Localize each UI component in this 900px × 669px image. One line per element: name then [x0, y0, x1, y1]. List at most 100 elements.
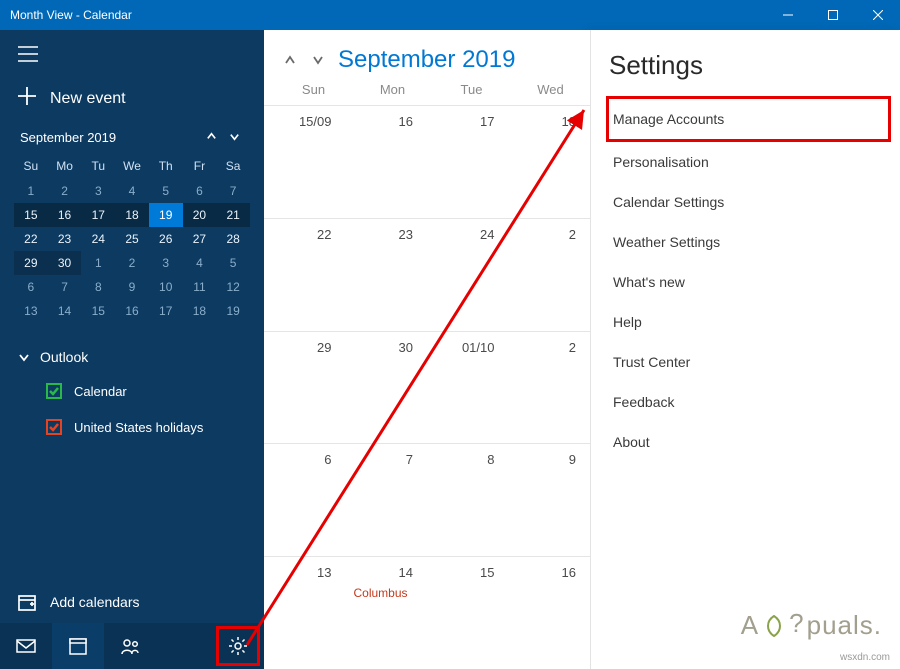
minimize-button[interactable] [765, 0, 810, 30]
mini-cal-day[interactable]: 27 [183, 227, 217, 251]
calendar-cell[interactable]: 14 Columbus [346, 557, 428, 669]
settings-item[interactable]: What's new [609, 262, 888, 302]
mini-cal-day[interactable]: 17 [149, 299, 183, 323]
mini-cal-day[interactable]: 2 [115, 251, 149, 275]
calendar-cell[interactable]: 9 [509, 444, 591, 556]
mini-cal-day[interactable]: 7 [48, 275, 82, 299]
calendar-cell[interactable]: 8 [427, 444, 509, 556]
prev-month[interactable] [282, 53, 296, 72]
close-button[interactable] [855, 0, 900, 30]
add-calendars-button[interactable]: Add calendars [0, 581, 264, 623]
calendar-cell[interactable]: 01/10 [427, 332, 509, 444]
mini-cal-day[interactable]: 26 [149, 227, 183, 251]
mini-cal-day[interactable]: 16 [115, 299, 149, 323]
calendar-day-number: 14 [346, 565, 420, 580]
mini-cal-day[interactable]: 11 [183, 275, 217, 299]
mail-button[interactable] [0, 623, 52, 669]
calendar-cell[interactable]: 2 [509, 219, 591, 331]
mini-cal-day[interactable]: 15 [81, 299, 115, 323]
calendar-dow: Sun [274, 80, 353, 105]
calendar-cell[interactable]: 29 [264, 332, 346, 444]
mini-cal-day[interactable]: 3 [149, 251, 183, 275]
mini-cal-day[interactable]: 2 [48, 179, 82, 203]
mini-cal-day[interactable]: 14 [48, 299, 82, 323]
settings-item[interactable]: Manage Accounts [606, 96, 891, 142]
mini-cal-day[interactable]: 19 [216, 299, 250, 323]
calendar-day-number: 2 [509, 340, 583, 355]
calendar-cell[interactable]: 6 [264, 444, 346, 556]
calendar-button[interactable] [52, 623, 104, 669]
calendar-cell[interactable]: 24 [427, 219, 509, 331]
settings-item[interactable]: Weather Settings [609, 222, 888, 262]
mini-cal-day[interactable]: 17 [81, 203, 115, 227]
calendar-cell[interactable]: 13 [264, 557, 346, 669]
mini-cal-day[interactable]: 23 [48, 227, 82, 251]
mini-cal-day[interactable]: 25 [115, 227, 149, 251]
settings-item[interactable]: Help [609, 302, 888, 342]
calendar-cell[interactable]: 2 [509, 332, 591, 444]
maximize-button[interactable] [810, 0, 855, 30]
people-button[interactable] [104, 623, 156, 669]
mini-cal-day[interactable]: 13 [14, 299, 48, 323]
settings-item[interactable]: Personalisation [609, 142, 888, 182]
mini-cal-day[interactable]: 8 [81, 275, 115, 299]
calendar-item[interactable]: Calendar [6, 373, 258, 409]
mini-cal-day[interactable]: 18 [183, 299, 217, 323]
mini-cal-day[interactable]: 5 [149, 179, 183, 203]
calendar-cell[interactable]: 17 [427, 106, 509, 218]
calendar-cell[interactable]: 16 [509, 557, 591, 669]
calendar-day-number: 15 [427, 565, 501, 580]
mini-cal-day[interactable]: 18 [115, 203, 149, 227]
mini-cal-day[interactable]: 9 [115, 275, 149, 299]
calendar-cell[interactable]: 30 [346, 332, 428, 444]
calendar-cell[interactable]: 23 [346, 219, 428, 331]
settings-title: Settings [609, 50, 888, 81]
calendar-cell[interactable]: 18 [509, 106, 591, 218]
mini-cal-day[interactable]: 16 [48, 203, 82, 227]
mini-cal-day[interactable]: 7 [216, 179, 250, 203]
mini-cal-day[interactable]: 6 [14, 275, 48, 299]
calendar-cell[interactable]: 15/09 [264, 106, 346, 218]
calendar-day-number: 6 [264, 452, 338, 467]
calendar-cell[interactable]: 15 [427, 557, 509, 669]
sidebar: New event September 2019 SuMoTuWeThFrSa1… [0, 30, 264, 669]
mini-cal-day[interactable]: 29 [14, 251, 48, 275]
mini-cal-day[interactable]: 22 [14, 227, 48, 251]
settings-item[interactable]: Trust Center [609, 342, 888, 382]
mini-cal-prev[interactable] [200, 130, 223, 145]
mini-cal-day[interactable]: 28 [216, 227, 250, 251]
mini-cal-day[interactable]: 24 [81, 227, 115, 251]
calendar-cell[interactable]: 22 [264, 219, 346, 331]
accounts-section: Outlook Calendar United States holidays [0, 331, 264, 445]
mini-cal-day[interactable]: 6 [183, 179, 217, 203]
calendar-week: 6789 [264, 443, 590, 556]
mini-cal-day[interactable]: 4 [183, 251, 217, 275]
settings-item[interactable]: About [609, 422, 888, 462]
mini-cal-day[interactable]: 20 [183, 203, 217, 227]
calendar-day-headers: SunMonTueWed [264, 80, 590, 105]
mini-cal-day[interactable]: 4 [115, 179, 149, 203]
settings-item[interactable]: Calendar Settings [609, 182, 888, 222]
calendar-cell[interactable]: 16 [346, 106, 428, 218]
hamburger-button[interactable] [0, 30, 264, 77]
mini-cal-day[interactable]: 3 [81, 179, 115, 203]
next-month[interactable] [310, 53, 324, 72]
mini-cal-next[interactable] [223, 130, 246, 145]
mini-cal-day[interactable]: 21 [216, 203, 250, 227]
mini-cal-day[interactable]: 10 [149, 275, 183, 299]
mini-cal-day[interactable]: 1 [14, 179, 48, 203]
mini-cal-day[interactable]: 12 [216, 275, 250, 299]
mini-cal-day[interactable]: 30 [48, 251, 82, 275]
new-event-button[interactable]: New event [0, 77, 264, 126]
calendar-item[interactable]: United States holidays [6, 409, 258, 445]
account-header[interactable]: Outlook [6, 341, 258, 373]
settings-item[interactable]: Feedback [609, 382, 888, 422]
calendar-event[interactable]: Columbus [346, 586, 420, 600]
mini-cal-day[interactable]: 5 [216, 251, 250, 275]
settings-button[interactable] [219, 629, 257, 663]
mini-cal-day[interactable]: 1 [81, 251, 115, 275]
mini-cal-day[interactable]: 19 [149, 203, 183, 227]
calendar-item-label: United States holidays [74, 420, 203, 435]
mini-cal-day[interactable]: 15 [14, 203, 48, 227]
calendar-cell[interactable]: 7 [346, 444, 428, 556]
